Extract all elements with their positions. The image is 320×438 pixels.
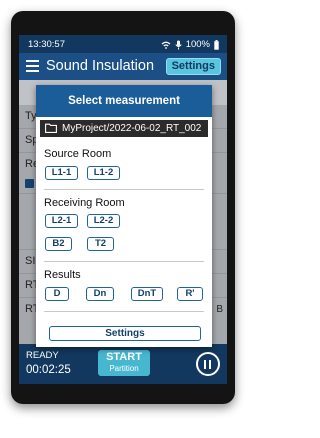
folder-path-bar[interactable]: MyProject/2022-06-02_RT_002	[40, 120, 208, 137]
start-button[interactable]: START Partition	[98, 350, 150, 376]
pause-button[interactable]	[196, 352, 220, 376]
measurement-status: READY	[26, 350, 59, 361]
chip-receiving-l2-2[interactable]: L2-2	[87, 214, 120, 228]
bottom-bar: READY 00:02:25 START Partition	[19, 344, 227, 384]
divider	[44, 311, 204, 312]
status-time: 13:30:57	[28, 39, 65, 50]
folder-icon	[45, 123, 57, 133]
status-icons: 100%	[161, 39, 219, 50]
chip-receiving-b2[interactable]: B2	[45, 237, 72, 251]
start-label: START	[106, 351, 142, 363]
chip-result-r-prime[interactable]: R'	[177, 287, 203, 301]
battery-icon	[214, 39, 219, 50]
chip-result-dn[interactable]: Dn	[86, 287, 114, 301]
results-label: Results	[44, 269, 81, 281]
elapsed-timer: 00:02:25	[26, 364, 71, 376]
chip-source-l1-2[interactable]: L1-2	[87, 166, 120, 180]
wifi-icon	[161, 41, 171, 49]
dialog-title: Select measurement	[36, 85, 212, 117]
chip-result-d[interactable]: D	[45, 287, 69, 301]
chip-source-l1-1[interactable]: L1-1	[45, 166, 78, 180]
pause-icon	[204, 360, 206, 369]
app-bar: Sound Insulation Settings	[19, 53, 227, 80]
select-measurement-dialog: Select measurement MyProject/2022-06-02_…	[36, 85, 212, 347]
app-title: Sound Insulation	[46, 58, 155, 74]
divider	[44, 261, 204, 262]
folder-path: MyProject/2022-06-02_RT_002	[62, 123, 202, 134]
status-bar: 13:30:57 100%	[19, 35, 227, 53]
battery-percent: 100%	[185, 39, 210, 50]
dialog-settings-button[interactable]: Settings	[49, 326, 201, 341]
start-sublabel: Partition	[109, 364, 139, 373]
source-room-label: Source Room	[44, 148, 112, 160]
microphone-icon	[175, 40, 182, 49]
chip-receiving-l2-1[interactable]: L2-1	[45, 214, 78, 228]
menu-icon[interactable]	[26, 60, 39, 72]
settings-button[interactable]: Settings	[165, 58, 221, 75]
divider	[44, 189, 204, 190]
receiving-room-label: Receiving Room	[44, 197, 125, 209]
chip-result-dnt[interactable]: DnT	[131, 287, 163, 301]
chip-receiving-t2[interactable]: T2	[87, 237, 114, 251]
screen: 13:30:57 100% Sound Insulation Settings	[19, 35, 227, 384]
